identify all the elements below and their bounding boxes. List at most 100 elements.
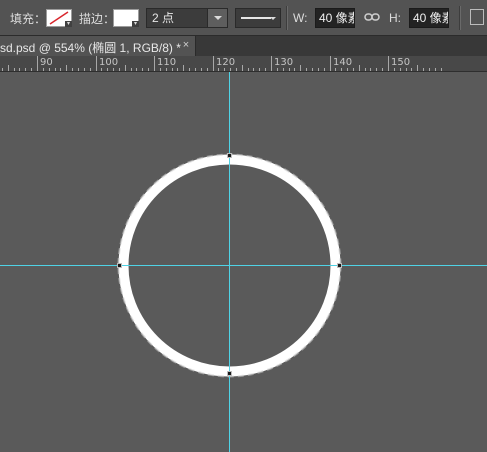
panel-icon[interactable] (470, 9, 484, 25)
ruler-minor-tick (183, 65, 184, 71)
ruler-minor-tick (125, 65, 126, 71)
ruler-minor-tick (119, 68, 120, 71)
anchor-point-right[interactable] (337, 263, 342, 268)
ruler-minor-tick (230, 68, 231, 71)
ruler-minor-tick (376, 68, 377, 71)
fill-label: 填充： (10, 11, 47, 26)
ruler-minor-tick (90, 68, 91, 71)
height-label: H: (389, 11, 401, 25)
ruler-minor-tick (66, 65, 67, 71)
ruler-major-tick (271, 56, 272, 71)
ruler-major-tick (96, 56, 97, 71)
toolbar-divider (459, 6, 461, 30)
ruler-minor-tick (253, 68, 254, 71)
chevron-down-icon (270, 17, 276, 20)
stroke-width-value: 2 点 (152, 11, 175, 25)
ruler-minor-tick (136, 68, 137, 71)
ruler-minor-tick (394, 68, 395, 71)
stroke-type-wrap (235, 0, 281, 36)
ruler-minor-tick (19, 68, 20, 71)
ruler-minor-tick (166, 68, 167, 71)
fill-swatch[interactable]: ▾ (46, 9, 72, 27)
ruler-minor-tick (435, 68, 436, 71)
ruler-minor-tick (49, 68, 50, 71)
ruler-label: 140 (333, 57, 353, 68)
ruler-minor-tick (294, 68, 295, 71)
width-input-wrap: 40 像素 (315, 0, 355, 36)
ruler-minor-tick (107, 68, 108, 71)
ruler-minor-tick (406, 68, 407, 71)
ruler-major-tick (154, 56, 155, 71)
ruler-minor-tick (429, 68, 430, 71)
ruler-minor-tick (113, 68, 114, 71)
canvas[interactable] (0, 72, 487, 452)
anchor-point-bottom[interactable] (227, 371, 232, 376)
ruler-minor-tick (277, 68, 278, 71)
ruler-minor-tick (347, 68, 348, 71)
ruler-minor-tick (224, 68, 225, 71)
fill-swatch-dropdown-icon: ▾ (65, 21, 72, 27)
ruler-minor-tick (25, 68, 26, 71)
stroke-width-dropdown[interactable]: 2 点 (146, 8, 228, 28)
fill-swatch-wrap: ▾ (46, 0, 72, 36)
ruler-minor-tick (172, 68, 173, 71)
ruler-label: 150 (391, 57, 411, 68)
ruler-minor-tick (43, 68, 44, 71)
horizontal-guide[interactable] (0, 265, 487, 266)
ruler-minor-tick (131, 68, 132, 71)
anchor-point-left[interactable] (117, 263, 122, 268)
shape-options-bar: 填充： ▾ 描边： ▾ 2 点 W: 40 像素 (0, 0, 487, 36)
ruler-minor-tick (78, 68, 79, 71)
stroke-swatch-dropdown-icon: ▾ (132, 21, 139, 27)
document-tab[interactable]: sd.psd @ 554% (椭圆 1, RGB/8) * × (0, 36, 196, 56)
stroke-swatch[interactable]: ▾ (113, 9, 139, 27)
height-input-wrap: 40 像素 (409, 0, 449, 36)
ruler-minor-tick (382, 68, 383, 71)
ruler-minor-tick (248, 68, 249, 71)
ruler-minor-tick (142, 68, 143, 71)
ruler-minor-tick (289, 68, 290, 71)
anchor-point-top[interactable] (227, 153, 232, 158)
ruler-minor-tick (14, 68, 15, 71)
ruler-label: 110 (157, 57, 177, 68)
stroke-type-dropdown[interactable] (235, 8, 281, 28)
ruler-minor-tick (55, 68, 56, 71)
close-icon[interactable]: × (180, 39, 192, 51)
ruler-minor-tick (417, 65, 418, 71)
ruler-minor-tick (306, 68, 307, 71)
ruler-minor-tick (177, 68, 178, 71)
ruler-minor-tick (300, 65, 301, 71)
ruler-minor-tick (359, 65, 360, 71)
ruler-minor-tick (411, 68, 412, 71)
chevron-down-icon[interactable] (207, 9, 227, 27)
document-tab-title: sd.psd @ 554% (椭圆 1, RGB/8) * (0, 41, 181, 55)
ruler-minor-tick (84, 68, 85, 71)
horizontal-ruler[interactable]: 90 100 110 120 130 140 150 (0, 56, 487, 72)
ruler-minor-tick (318, 68, 319, 71)
ellipse-shape[interactable] (0, 72, 487, 452)
ruler-minor-tick (283, 68, 284, 71)
ruler-minor-tick (160, 68, 161, 71)
ruler-minor-tick (2, 68, 3, 71)
ruler-minor-tick (218, 68, 219, 71)
width-label: W: (293, 11, 308, 25)
ruler-minor-tick (31, 68, 32, 71)
ruler-minor-tick (101, 68, 102, 71)
ruler-major-tick (330, 56, 331, 71)
ruler-major-tick (213, 56, 214, 71)
link-icon[interactable] (364, 11, 380, 23)
ruler-minor-tick (207, 68, 208, 71)
ruler-minor-tick (370, 68, 371, 71)
ruler-minor-tick (201, 68, 202, 71)
ruler-minor-tick (265, 68, 266, 71)
toolbar-divider (286, 6, 288, 30)
ruler-minor-tick (236, 68, 237, 71)
ruler-minor-tick (8, 65, 9, 71)
stroke-label: 描边： (79, 11, 116, 26)
ruler-minor-tick (353, 68, 354, 71)
ruler-minor-tick (60, 68, 61, 71)
ruler-label: 90 (40, 57, 53, 68)
vertical-guide[interactable] (229, 72, 230, 452)
height-input[interactable]: 40 像素 (409, 8, 449, 28)
width-input[interactable]: 40 像素 (315, 8, 355, 28)
